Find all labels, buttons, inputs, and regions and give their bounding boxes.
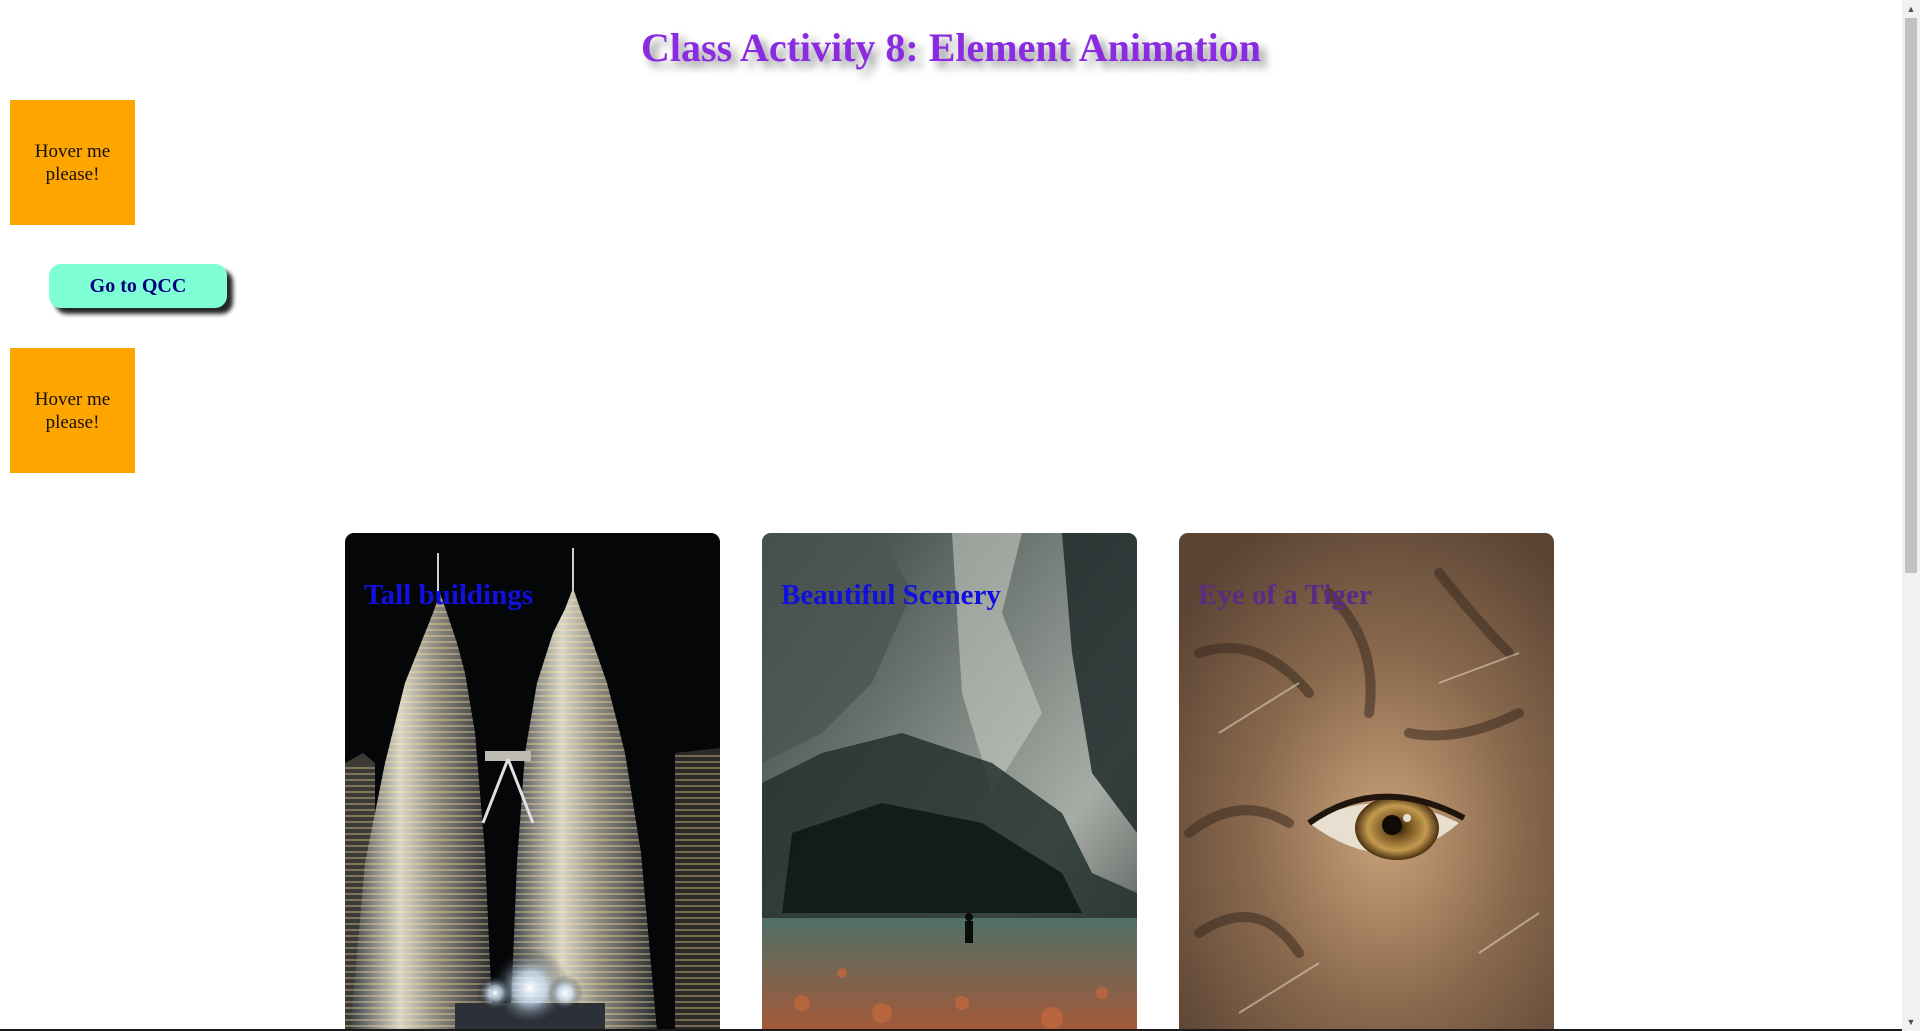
card-title: Tall buildings: [364, 579, 534, 611]
card-eye-of-a-tiger[interactable]: Eye of a Tiger: [1179, 533, 1554, 1031]
hover-box[interactable]: Hover me please!: [10, 100, 135, 225]
scrollbar-thumb[interactable]: [1905, 18, 1917, 573]
vertical-scrollbar[interactable]: ▲ ▼: [1902, 0, 1920, 1031]
go-to-qcc-label: Go to QCC: [89, 274, 187, 297]
card-beautiful-scenery[interactable]: Beautiful Scenery: [762, 533, 1137, 1031]
card-title: Beautiful Scenery: [781, 579, 1001, 611]
hover-box-label: Hover me please!: [34, 140, 111, 185]
hover-box[interactable]: Hover me please!: [10, 348, 135, 473]
arrow-up-icon[interactable]: ▲: [1902, 0, 1920, 18]
hover-box-label: Hover me please!: [34, 388, 111, 433]
page-title: Class Activity 8: Element Animation: [641, 25, 1261, 70]
go-to-qcc-button[interactable]: Go to QCC: [49, 264, 227, 308]
card-title: Eye of a Tiger: [1198, 579, 1372, 611]
card-tall-buildings[interactable]: Tall buildings: [345, 533, 720, 1031]
arrow-down-icon[interactable]: ▼: [1902, 1013, 1920, 1031]
